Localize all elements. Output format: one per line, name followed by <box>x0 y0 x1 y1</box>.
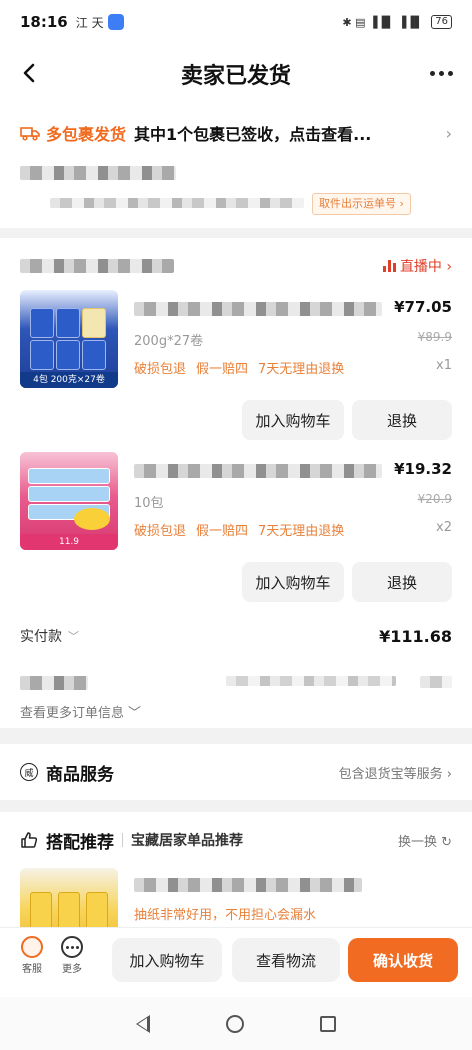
redacted-address <box>20 166 176 180</box>
refresh-button[interactable]: 换一换 ↻ <box>398 831 452 850</box>
more-label: 更多 <box>62 964 82 975</box>
chevron-down-icon: ﹀ <box>68 630 79 643</box>
return-exchange-button[interactable]: 退换 <box>352 562 452 602</box>
truck-icon <box>20 127 40 141</box>
redacted-order-meta <box>420 676 452 688</box>
item-spec: 10包 <box>134 496 164 511</box>
service-title: 商品服务 <box>46 764 114 785</box>
product-image-ribbon: 4包 200克×27卷 <box>20 372 118 388</box>
shop-row[interactable]: 直播中 › <box>20 254 452 278</box>
service-summary: 包含退货宝等服务 › <box>338 766 452 782</box>
item-price: ¥77.05 <box>394 298 452 316</box>
nav-bar: 卖家已发货 <box>0 44 472 104</box>
chevron-right-icon: › <box>445 123 452 143</box>
order-item[interactable]: 11.9 ¥19.32 10包 ¥20.9 破损包退 假一赔四 7天无理由退换 … <box>20 452 452 604</box>
order-card: 直播中 › 4包 200克×27卷 ¥77.05 200g*27卷 ¥89.9 … <box>0 238 472 728</box>
return-exchange-button[interactable]: 退换 <box>352 400 452 440</box>
page-title: 卖家已发货 <box>180 64 291 89</box>
promise-return: 7天无理由退换 <box>258 524 345 539</box>
package-status-row[interactable]: 多包裹发货 其中1个包裹已签收，点击查看... › <box>20 118 452 148</box>
view-logistics-button[interactable]: 查看物流 <box>232 938 340 982</box>
bottom-action-bar: 客服 更多 加入购物车 查看物流 确认收货 <box>0 927 472 997</box>
chevron-down-icon: ﹀ <box>128 706 142 721</box>
redacted-product-name <box>134 464 382 478</box>
home-circle-icon[interactable] <box>226 1014 244 1033</box>
recommendation-card: 搭配推荐 宝藏居家单品推荐 换一换 ↻ 抽纸非常好用，不用担心会漏水 <box>0 812 472 938</box>
multi-package-label: 多包裹发货 <box>46 125 127 144</box>
item-quantity: x2 <box>436 520 452 535</box>
live-bars-icon <box>382 260 396 272</box>
add-to-cart-button[interactable]: 加入购物车 <box>242 562 344 602</box>
thumbs-up-icon <box>21 832 38 848</box>
service-badge-icon: 威 <box>20 763 38 781</box>
clock: 18:16 <box>20 13 68 31</box>
customer-service-label: 客服 <box>22 964 42 975</box>
back-button[interactable] <box>14 58 44 88</box>
package-card[interactable]: 多包裹发货 其中1个包裹已签收，点击查看... › 取件出示运单号 › <box>0 104 472 228</box>
promise-fake: 假一赔四 <box>196 362 249 377</box>
app-badge-icon <box>107 14 124 30</box>
paid-label: 实付款 <box>20 629 62 645</box>
live-indicator[interactable]: 直播中 › <box>382 256 452 276</box>
promise-return: 7天无理由退换 <box>258 362 345 377</box>
paid-amount: ¥111.68 <box>379 626 452 646</box>
more-button[interactable]: 更多 <box>52 936 92 975</box>
recommendation-subtitle: 宝藏居家单品推荐 <box>131 833 243 849</box>
product-image-ribbon: 11.9 <box>20 534 118 550</box>
chevron-left-icon <box>23 63 35 83</box>
system-nav-bar <box>0 997 472 1050</box>
add-to-cart-button[interactable]: 加入购物车 <box>242 400 344 440</box>
promise-damage: 破损包退 <box>134 362 187 377</box>
paid-amount-row[interactable]: 实付款 ﹀ ¥111.68 <box>20 624 452 648</box>
more-order-info-link[interactable]: 查看更多订单信息 ﹀ <box>20 702 141 721</box>
live-label: 直播中 › <box>399 259 452 275</box>
promise-damage: 破损包退 <box>134 524 187 539</box>
recommended-product-desc: 抽纸非常好用，不用担心会漏水 <box>134 908 317 923</box>
system-indicators: ✱ ▤ ▐▐▌ ▐▐▌ 76 <box>342 15 452 29</box>
divider <box>122 833 123 847</box>
package-message: 其中1个包裹已签收，点击查看... <box>134 125 372 144</box>
order-item[interactable]: 4包 200克×27卷 ¥77.05 200g*27卷 ¥89.9 破损包退 假… <box>20 290 452 442</box>
item-quantity: x1 <box>436 358 452 373</box>
item-price: ¥19.32 <box>394 460 452 478</box>
product-image[interactable]: 11.9 <box>20 452 118 550</box>
recents-square-icon[interactable] <box>320 1015 336 1032</box>
product-image[interactable]: 4包 200克×27卷 <box>20 290 118 388</box>
pickup-tag[interactable]: 取件出示运单号 › <box>312 193 411 215</box>
ellipsis-icon <box>61 936 83 958</box>
back-triangle-icon[interactable] <box>136 1014 150 1033</box>
confirm-receipt-button[interactable]: 确认收货 <box>348 938 458 982</box>
redacted-product-name <box>134 302 382 316</box>
product-service-row[interactable]: 威 商品服务 包含退货宝等服务 › <box>0 744 472 800</box>
service-promises: 破损包退 假一赔四 7天无理由退换 <box>134 520 344 539</box>
redacted-product-name <box>134 878 362 892</box>
redacted-tracking <box>50 198 304 208</box>
customer-service-button[interactable]: 客服 <box>12 936 52 975</box>
item-original-price: ¥89.9 <box>417 330 452 344</box>
more-order-info-label: 查看更多订单信息 <box>20 706 125 721</box>
smile-icon <box>21 936 43 958</box>
redacted-order-meta <box>20 676 88 690</box>
status-bar: 18:16 江 天 ✱ ▤ ▐▐▌ ▐▐▌ 76 <box>0 0 472 44</box>
recommendation-header: 搭配推荐 宝藏居家单品推荐 换一换 ↻ <box>20 828 452 853</box>
recommendation-title: 搭配推荐 <box>46 832 114 853</box>
add-to-cart-button[interactable]: 加入购物车 <box>112 938 222 982</box>
redacted-order-meta <box>226 676 396 686</box>
signal-icons: ✱ ▤ ▐▐▌ ▐▐▌ <box>342 15 424 29</box>
battery-icon: 76 <box>431 15 452 29</box>
service-promises: 破损包退 假一赔四 7天无理由退换 <box>134 358 344 377</box>
more-menu-button[interactable] <box>424 58 458 88</box>
item-spec: 200g*27卷 <box>134 334 204 349</box>
redacted-shop-name <box>20 259 174 273</box>
notification-icons: 江 天 <box>75 15 104 30</box>
promise-fake: 假一赔四 <box>196 524 249 539</box>
item-original-price: ¥20.9 <box>417 492 452 506</box>
